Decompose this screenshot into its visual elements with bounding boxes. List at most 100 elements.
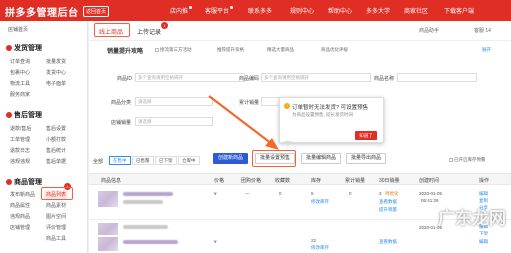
sidebar-section-shipping[interactable]: 发货管理	[6, 43, 42, 53]
nav-item-community[interactable]: 商家社区	[404, 6, 428, 15]
col-header[interactable]: 价格	[214, 177, 224, 184]
product-assistant-link[interactable]: 商品助手	[419, 27, 439, 34]
guide-item[interactable]: 精选大量商品	[267, 47, 294, 53]
status-offline[interactable]: 已下架	[155, 156, 177, 165]
sidebar-item[interactable]: 退款/售后	[10, 125, 31, 132]
edit-stock-link[interactable]: 修改库存	[311, 199, 329, 205]
sidebar-item[interactable]: 包裹中心	[10, 69, 30, 76]
popup-description: 为商品设置预售, 延长发货时间	[292, 112, 353, 117]
filter-label: 店铺销量	[111, 120, 132, 126]
sidebar-item[interactable]: 物流工具	[10, 80, 30, 87]
sidebar-section-aftersales[interactable]: 售后管理	[6, 110, 42, 120]
product-meta-blurred	[123, 200, 163, 204]
price-cell: ¥	[214, 239, 217, 244]
edit-stock-link[interactable]: 修改库存	[311, 245, 329, 251]
optimize-link[interactable]: 待优化	[385, 191, 399, 197]
popup-pointer	[284, 141, 292, 146]
nav-item-promo[interactable]: 店内推	[170, 6, 193, 15]
product-title-blurred	[123, 192, 173, 196]
tab-upload-records[interactable]: 上传记录	[137, 27, 161, 36]
col-header[interactable]: 创建时间	[419, 177, 439, 184]
product-code-input[interactable]: 多个查询请用空格隔开	[261, 73, 371, 82]
highlight-box	[94, 23, 130, 37]
checkbox[interactable]	[449, 158, 453, 162]
checkbox[interactable]	[155, 48, 159, 52]
sidebar-item[interactable]: 商品素材	[46, 202, 66, 209]
sidebar-item[interactable]: 售后设置	[46, 125, 66, 132]
col-header[interactable]: 30日销量	[379, 177, 400, 184]
col-header[interactable]: 库存	[311, 177, 321, 184]
boost-sales-link[interactable]: 提升销量	[379, 207, 397, 213]
product-thumbnail[interactable]	[98, 237, 118, 251]
home-badge[interactable]: 返回首页	[83, 6, 110, 17]
product-name-input[interactable]	[397, 73, 477, 82]
status-sold-out[interactable]: 已售罄	[132, 156, 154, 165]
presale-tip-popup: ! 订单暂时无法发货? 可设置预售 为商品设置预售, 延长发货时间 知道了	[279, 97, 384, 143]
nav-item-download[interactable]: 下载客户端	[444, 6, 474, 15]
status-on-sale[interactable]: 在售中	[109, 156, 131, 165]
col-header: 操作	[479, 178, 490, 184]
filter-label: 商品名称	[374, 76, 395, 82]
shop-sales-select[interactable]: 请选择	[135, 117, 213, 126]
sidebar-section-products[interactable]: 商品管理	[6, 177, 42, 187]
sidebar-item[interactable]: 商品属性	[10, 202, 30, 209]
sidebar-item[interactable]: 评价管理	[46, 224, 66, 231]
product-thumbnail[interactable]	[98, 191, 118, 207]
nav-item-university[interactable]: 多多大学	[366, 6, 390, 15]
table-row: ¥ 22 修改库存 查看数据 编辑	[89, 235, 511, 253]
guide-item[interactable]: 商品优化评级	[321, 47, 348, 53]
sidebar-item[interactable]: 发布新商品	[10, 191, 35, 198]
batch-edit-button[interactable]: 批量编辑商品	[301, 153, 342, 164]
guide-item[interactable]: 接流第三方活动	[155, 47, 192, 53]
nav-item-service[interactable]: 客服平台	[205, 6, 234, 15]
sidebar-item[interactable]: 小额打款	[46, 136, 66, 143]
sidebar-item[interactable]: 电子面单	[46, 80, 66, 87]
sidebar-item[interactable]: 售后单据	[46, 158, 66, 165]
sidebar-item[interactable]: 服务商家	[10, 91, 30, 98]
service-count-link[interactable]: 客服 14	[474, 27, 491, 34]
sidebar-item[interactable]: 批量发货	[46, 58, 66, 65]
edit-link[interactable]: 编辑	[479, 239, 488, 245]
status-label: 全部	[93, 159, 104, 165]
sidebar-item[interactable]: 商品工具	[46, 235, 66, 242]
got-it-button[interactable]: 知道了	[355, 131, 377, 140]
sidebar-item[interactable]: 工单管理	[10, 136, 30, 143]
sidebar-item[interactable]: 店铺管理	[10, 224, 30, 231]
sidebar-item[interactable]: 违规违规	[10, 158, 30, 165]
col-header[interactable]: 累计销量	[345, 177, 365, 184]
sidebar-item[interactable]: 发货中心	[46, 69, 66, 76]
guide-item[interactable]: 推荐提升资格	[217, 47, 244, 53]
col-header[interactable]: 团购价格	[241, 177, 261, 184]
filter-label: 商品编码	[239, 76, 260, 82]
fav-cell: 0	[279, 191, 282, 196]
app-logo[interactable]: 拼多多管理后台	[5, 4, 79, 19]
batch-export-button[interactable]: 批量导出商品	[346, 153, 387, 164]
sidebar-item-home[interactable]: 店铺首页	[8, 26, 28, 33]
sidebar-item[interactable]: 图片空间	[46, 213, 66, 220]
stock-warning-check[interactable]: 已开启库存预警	[449, 157, 486, 163]
sidebar-item[interactable]: 退款日志	[10, 147, 30, 154]
created-date-cell: 2020-01-05	[419, 191, 443, 196]
view-data-link[interactable]: 查看数据	[379, 199, 397, 205]
table-header: 商品信息 价格 团购价格 收藏数 库存 累计销量 30日销量 创建时间 操作	[89, 173, 511, 185]
edit-link[interactable]: 编辑	[479, 191, 488, 197]
sidebar-item[interactable]: 订单查询	[10, 58, 30, 65]
goods-icon	[6, 179, 12, 185]
expand-link[interactable]: 展开	[482, 47, 491, 53]
nav-item-contact[interactable]: 联系多多	[248, 6, 272, 15]
product-id-input[interactable]: 多个查询请用空格隔开	[135, 73, 245, 82]
nav-item-help[interactable]: 帮助中心	[328, 6, 352, 15]
filter-label: 商品分类	[111, 100, 132, 106]
truck-icon	[6, 45, 12, 51]
create-product-button[interactable]: 创建新商品	[213, 153, 249, 164]
sales-input[interactable]	[261, 97, 281, 106]
status-warehouse[interactable]: 仓库中	[178, 156, 200, 165]
nav-item-rules[interactable]: 规则中心	[290, 6, 314, 15]
highlight-box	[41, 187, 73, 200]
col-header[interactable]: 收藏数	[275, 177, 290, 184]
sidebar-item[interactable]: 售后统计	[46, 147, 66, 154]
view-data-link[interactable]: 查看数据	[379, 239, 397, 245]
sidebar-item[interactable]: 违规商品	[10, 213, 30, 220]
guide-row: 销量提升攻略 接流第三方活动 推荐提升资格 精选大量商品 商品优化评级 展开	[97, 46, 507, 56]
category-select[interactable]: 请选择	[135, 97, 213, 106]
